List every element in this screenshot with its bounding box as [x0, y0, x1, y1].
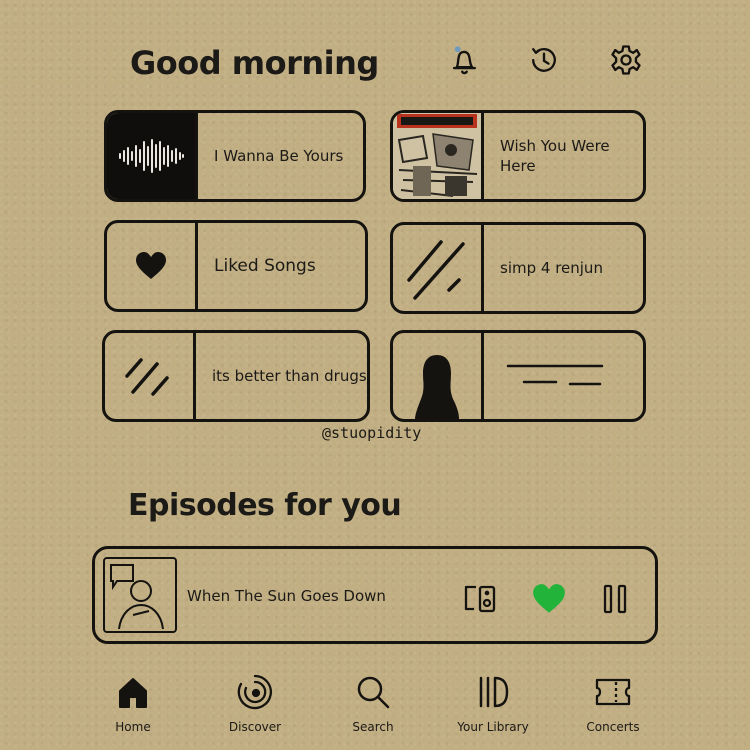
quick-pick-card[interactable]: simp 4 renjun — [390, 222, 646, 314]
nav-label: Discover — [228, 720, 282, 734]
quick-pick-card[interactable]: its better than drugs — [102, 330, 370, 422]
card-label: its better than drugs — [212, 366, 367, 385]
heart-icon[interactable] — [529, 579, 569, 619]
nav-label: Search — [352, 720, 394, 734]
strokes-art — [393, 225, 484, 311]
silhouette-art — [393, 333, 484, 419]
history-icon[interactable] — [524, 40, 564, 80]
discover-icon — [200, 672, 310, 712]
quick-pick-card[interactable]: Liked Songs — [104, 220, 368, 312]
page-title: Good morning — [130, 44, 379, 82]
nav-label: Concerts — [586, 720, 640, 734]
card-label — [484, 333, 610, 419]
nav-search[interactable]: Search — [318, 672, 428, 734]
card-label: I Wanna Be Yours — [214, 146, 344, 165]
placeholder-lines — [506, 364, 604, 386]
nav-concerts[interactable]: Concerts — [558, 672, 668, 734]
nav-home[interactable]: Home — [78, 672, 188, 734]
pause-icon[interactable] — [595, 579, 635, 619]
section-title: Episodes for you — [128, 488, 402, 523]
gear-icon[interactable] — [606, 40, 646, 80]
now-playing-bar[interactable]: When The Sun Goes Down — [92, 546, 658, 644]
search-icon — [318, 672, 428, 712]
nav-label: Home — [115, 720, 151, 734]
soundwave-art — [107, 113, 198, 199]
nav-label: Your Library — [457, 720, 529, 734]
ticket-icon — [558, 672, 668, 712]
episode-title: When The Sun Goes Down — [187, 587, 386, 605]
library-icon — [438, 672, 548, 712]
episode-art — [103, 557, 177, 633]
card-label: Wish You Were Here — [500, 136, 610, 175]
strokes-art — [105, 333, 196, 419]
card-label: Liked Songs — [214, 255, 316, 276]
watermark: @stuopidity — [322, 424, 422, 442]
bell-icon[interactable] — [444, 40, 484, 80]
album-cover-art — [393, 113, 484, 199]
home-icon — [78, 672, 188, 712]
nav-discover[interactable]: Discover — [200, 672, 310, 734]
quick-pick-card[interactable] — [390, 330, 646, 422]
quick-pick-card[interactable]: Wish You Were Here — [390, 110, 646, 202]
heart-icon — [107, 223, 198, 309]
devices-icon[interactable] — [461, 579, 501, 619]
card-label: simp 4 renjun — [500, 258, 603, 277]
nav-library[interactable]: Your Library — [438, 672, 548, 734]
quick-pick-card[interactable]: I Wanna Be Yours — [104, 110, 366, 202]
